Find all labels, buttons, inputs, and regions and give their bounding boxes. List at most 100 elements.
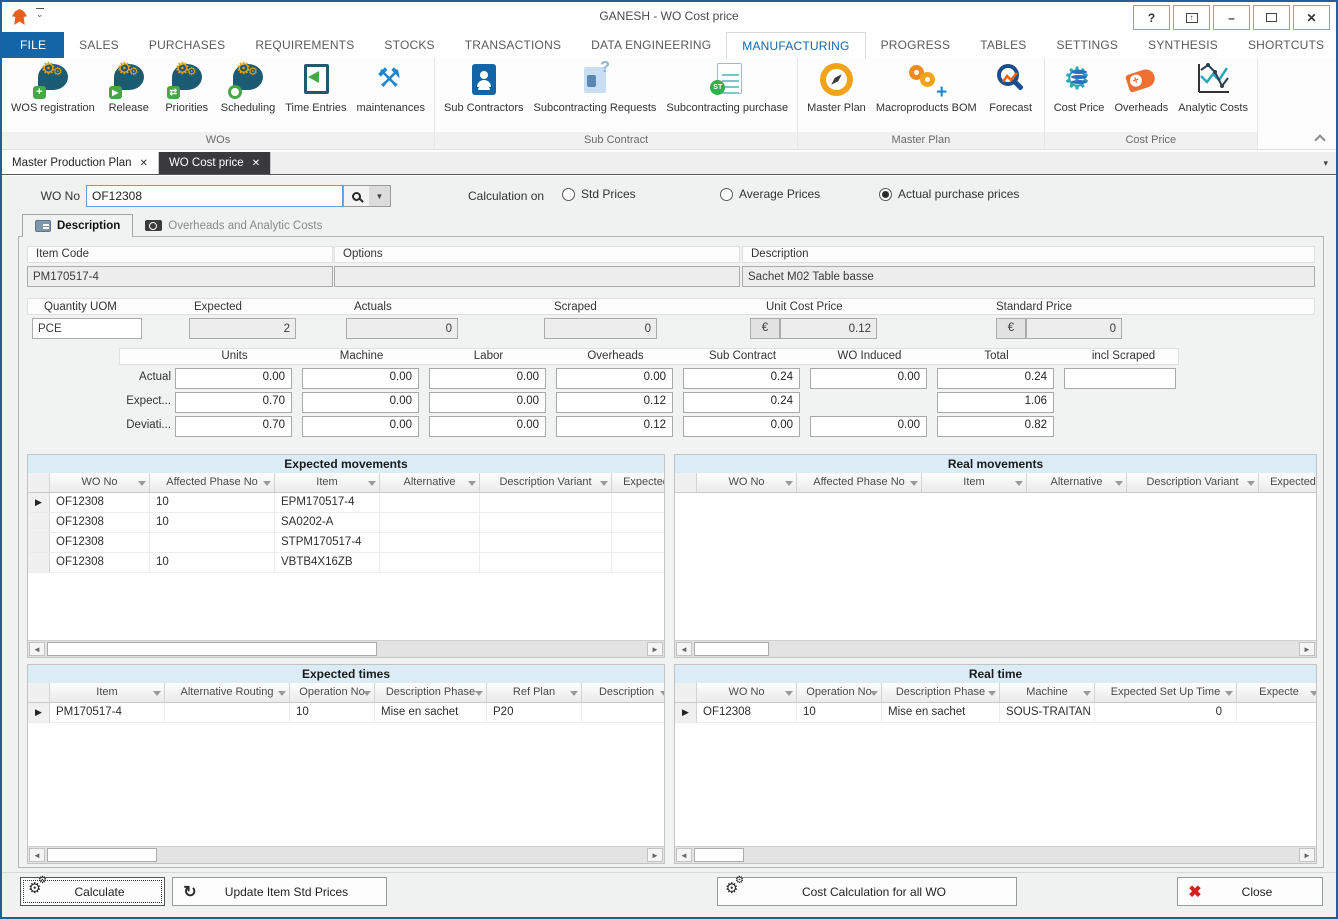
grid-column-header[interactable]: Item (922, 473, 1027, 492)
scraped-field[interactable] (544, 318, 657, 339)
menu-tables[interactable]: TABLES (965, 32, 1041, 58)
menu-shortcuts[interactable]: SHORTCUTS (1233, 32, 1338, 58)
close-button[interactable]: ✖ Close (1177, 877, 1323, 906)
grid-column-header[interactable]: Alternative (1027, 473, 1127, 492)
filter-funnel-icon[interactable] (1115, 481, 1123, 486)
row-selector[interactable] (28, 553, 50, 572)
menu-file[interactable]: FILE (2, 32, 64, 58)
grid-column-header[interactable]: Operation No (797, 683, 882, 702)
tab-overheads-analytic-costs[interactable]: Overheads and Analytic Costs (133, 214, 334, 237)
matrix-cell[interactable]: 0.00 (556, 368, 673, 389)
scrollbar-thumb[interactable] (694, 642, 769, 656)
calculate-button[interactable]: Calculate (20, 877, 165, 906)
tab-list-caret-icon[interactable]: ▾ (1323, 158, 1336, 169)
macroproducts-bom-button[interactable]: + Macroproducts BOM (871, 61, 982, 115)
subcontracting-requests-button[interactable]: Subcontracting Requests (529, 61, 662, 115)
grid-column-header[interactable]: Description Variant (480, 473, 612, 492)
filter-funnel-icon[interactable] (363, 691, 371, 696)
close-tab-icon[interactable]: ✕ (252, 158, 260, 169)
matrix-cell[interactable]: 1.06 (937, 392, 1054, 413)
menu-requirements[interactable]: REQUIREMENTS (240, 32, 369, 58)
horizontal-scrollbar[interactable]: ◄ ► (675, 640, 1316, 657)
ribbon-collapse-chevron-icon[interactable] (1314, 134, 1325, 145)
actuals-field[interactable] (346, 318, 458, 339)
grid-column-header[interactable]: Machine (1000, 683, 1095, 702)
menu-manufacturing[interactable]: MANUFACTURING (726, 32, 865, 58)
grid-column-header[interactable]: Description Variant (1127, 473, 1259, 492)
matrix-cell[interactable]: 0.12 (556, 416, 673, 437)
filter-funnel-icon[interactable] (263, 481, 271, 486)
matrix-cell[interactable]: 0.24 (683, 368, 800, 389)
matrix-cell[interactable]: 0.00 (810, 368, 927, 389)
filter-funnel-icon[interactable] (570, 691, 578, 696)
overheads-button[interactable]: Overheads (1109, 61, 1173, 115)
grid-column-header[interactable]: Description Phase (375, 683, 487, 702)
scroll-left-icon[interactable]: ◄ (29, 848, 45, 862)
matrix-cell[interactable] (1064, 368, 1176, 389)
scroll-left-icon[interactable]: ◄ (676, 848, 692, 862)
scroll-left-icon[interactable]: ◄ (676, 642, 692, 656)
grid-column-header[interactable]: Alternative Routing (165, 683, 290, 702)
scrollbar-thumb[interactable] (47, 642, 377, 656)
close-window-button[interactable]: ✕ (1293, 5, 1330, 30)
filter-funnel-icon[interactable] (1247, 481, 1255, 486)
matrix-cell[interactable]: 0.00 (302, 368, 419, 389)
ribbon-pin-button[interactable]: ↑ (1173, 5, 1210, 30)
radio-actual-purchase-prices[interactable]: Actual purchase prices (879, 187, 1019, 201)
analytic-costs-button[interactable]: Analytic Costs (1173, 61, 1253, 115)
scroll-right-icon[interactable]: ► (647, 642, 663, 656)
radio-average-prices[interactable]: Average Prices (720, 187, 820, 201)
quantity-uom-field[interactable] (32, 318, 142, 339)
scroll-right-icon[interactable]: ► (1299, 642, 1315, 656)
filter-funnel-icon[interactable] (1310, 691, 1316, 696)
radio-std-prices[interactable]: Std Prices (562, 187, 636, 201)
filter-funnel-icon[interactable] (988, 691, 996, 696)
matrix-cell[interactable]: 0.00 (429, 416, 546, 437)
update-item-std-prices-button[interactable]: ↻ Update Item Std Prices (172, 877, 387, 906)
matrix-cell[interactable]: 0.70 (175, 392, 292, 413)
matrix-cell[interactable]: 0.12 (556, 392, 673, 413)
maintenances-button[interactable]: maintenances (352, 61, 431, 115)
filter-funnel-icon[interactable] (910, 481, 918, 486)
menu-transactions[interactable]: TRANSACTIONS (450, 32, 576, 58)
table-row[interactable]: ▶PM170517-410Mise en sachetP20 (28, 703, 664, 723)
matrix-cell[interactable]: 0.24 (683, 392, 800, 413)
sub-contractors-button[interactable]: Sub Contractors (439, 61, 528, 115)
row-selector[interactable] (28, 513, 50, 532)
scroll-right-icon[interactable]: ► (1299, 848, 1315, 862)
grid-column-header[interactable]: Alternative (380, 473, 480, 492)
master-plan-button[interactable]: Master Plan (802, 61, 871, 115)
matrix-cell[interactable]: 0.00 (175, 368, 292, 389)
standard-price-field[interactable] (1026, 318, 1122, 339)
row-selector[interactable]: ▶ (675, 703, 697, 722)
matrix-cell[interactable]: 0.00 (810, 416, 927, 437)
filter-funnel-icon[interactable] (475, 691, 483, 696)
row-selector[interactable]: ▶ (28, 703, 50, 722)
grid-column-header[interactable]: Item (275, 473, 380, 492)
cost-calculation-all-wo-button[interactable]: Cost Calculation for all WO (717, 877, 1017, 906)
table-row[interactable]: ▶OF1230810EPM170517-4 (28, 493, 664, 513)
filter-funnel-icon[interactable] (138, 481, 146, 486)
release-button[interactable]: ⚙⚙▶ Release (100, 61, 158, 115)
row-selector[interactable] (28, 533, 50, 552)
row-selector[interactable]: ▶ (28, 493, 50, 512)
tab-master-production-plan[interactable]: Master Production Plan✕ (2, 152, 159, 174)
matrix-cell[interactable]: 0.00 (683, 416, 800, 437)
matrix-cell[interactable]: 0.00 (302, 392, 419, 413)
menu-settings[interactable]: SETTINGS (1042, 32, 1134, 58)
minimize-button[interactable]: – (1213, 5, 1250, 30)
grid-column-header[interactable]: Affected Phase No (150, 473, 275, 492)
search-button[interactable] (343, 185, 370, 207)
grid-column-header[interactable]: Description (582, 683, 664, 702)
table-row[interactable]: OF12308STPM170517-4 (28, 533, 664, 553)
grid-column-header[interactable]: Ref Plan (487, 683, 582, 702)
tab-wo-cost-price[interactable]: WO Cost price✕ (159, 152, 271, 174)
horizontal-scrollbar[interactable]: ◄ ► (28, 640, 664, 657)
description-field[interactable] (742, 266, 1315, 287)
filter-funnel-icon[interactable] (870, 691, 878, 696)
grid-column-header[interactable]: WO No (697, 473, 797, 492)
filter-funnel-icon[interactable] (600, 481, 608, 486)
filter-funnel-icon[interactable] (785, 691, 793, 696)
scrollbar-thumb[interactable] (694, 848, 744, 862)
matrix-cell[interactable]: 0.00 (429, 368, 546, 389)
